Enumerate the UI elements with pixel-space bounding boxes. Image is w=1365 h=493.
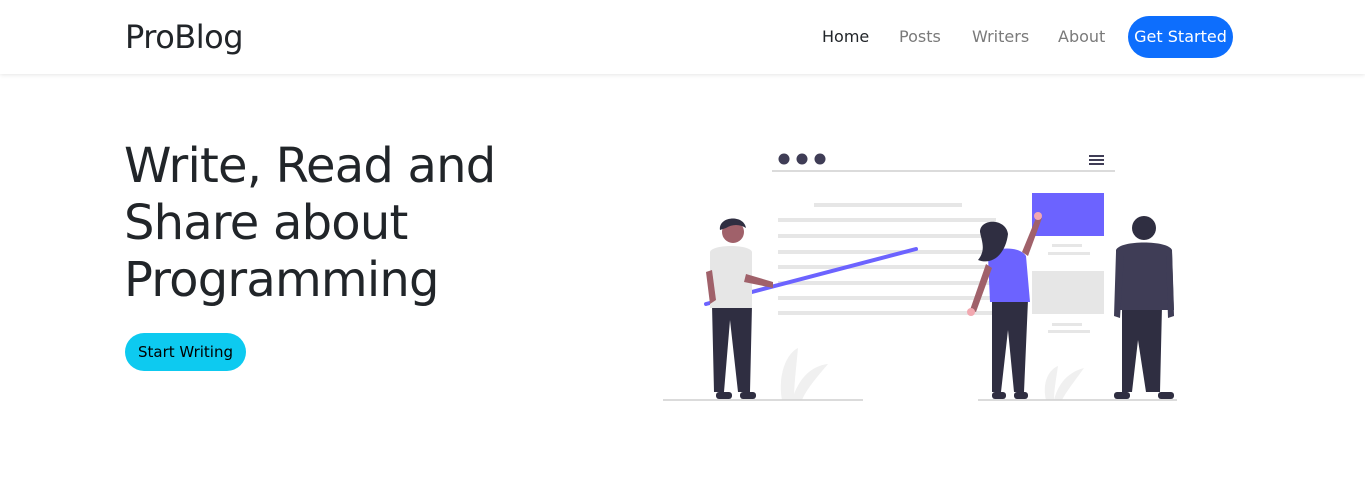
menu-icon — [1089, 155, 1104, 165]
start-writing-button[interactable]: Start Writing — [125, 333, 246, 371]
accent-card — [1032, 193, 1104, 236]
hero-title-line: Programming — [124, 252, 440, 308]
hero-title: Write, Read and Share about Programming — [124, 138, 544, 309]
browser-dots-icon — [778, 153, 826, 165]
nav-link-writers[interactable]: Writers — [972, 26, 1029, 48]
nav-link-home[interactable]: Home — [822, 26, 869, 48]
navbar: ProBlog Home Posts Writers About Get Sta… — [0, 0, 1365, 74]
team-presentation-illustration — [663, 153, 1177, 401]
get-started-button[interactable]: Get Started — [1128, 16, 1233, 58]
person-pointing — [967, 212, 1042, 399]
nav-link-posts[interactable]: Posts — [899, 26, 941, 48]
person-standing — [1114, 216, 1174, 399]
nav-link-about[interactable]: About — [1058, 26, 1105, 48]
hero-title-line: Share about — [124, 195, 408, 251]
hero-title-line: Write, Read and — [124, 138, 496, 194]
person-presenter — [706, 218, 773, 399]
